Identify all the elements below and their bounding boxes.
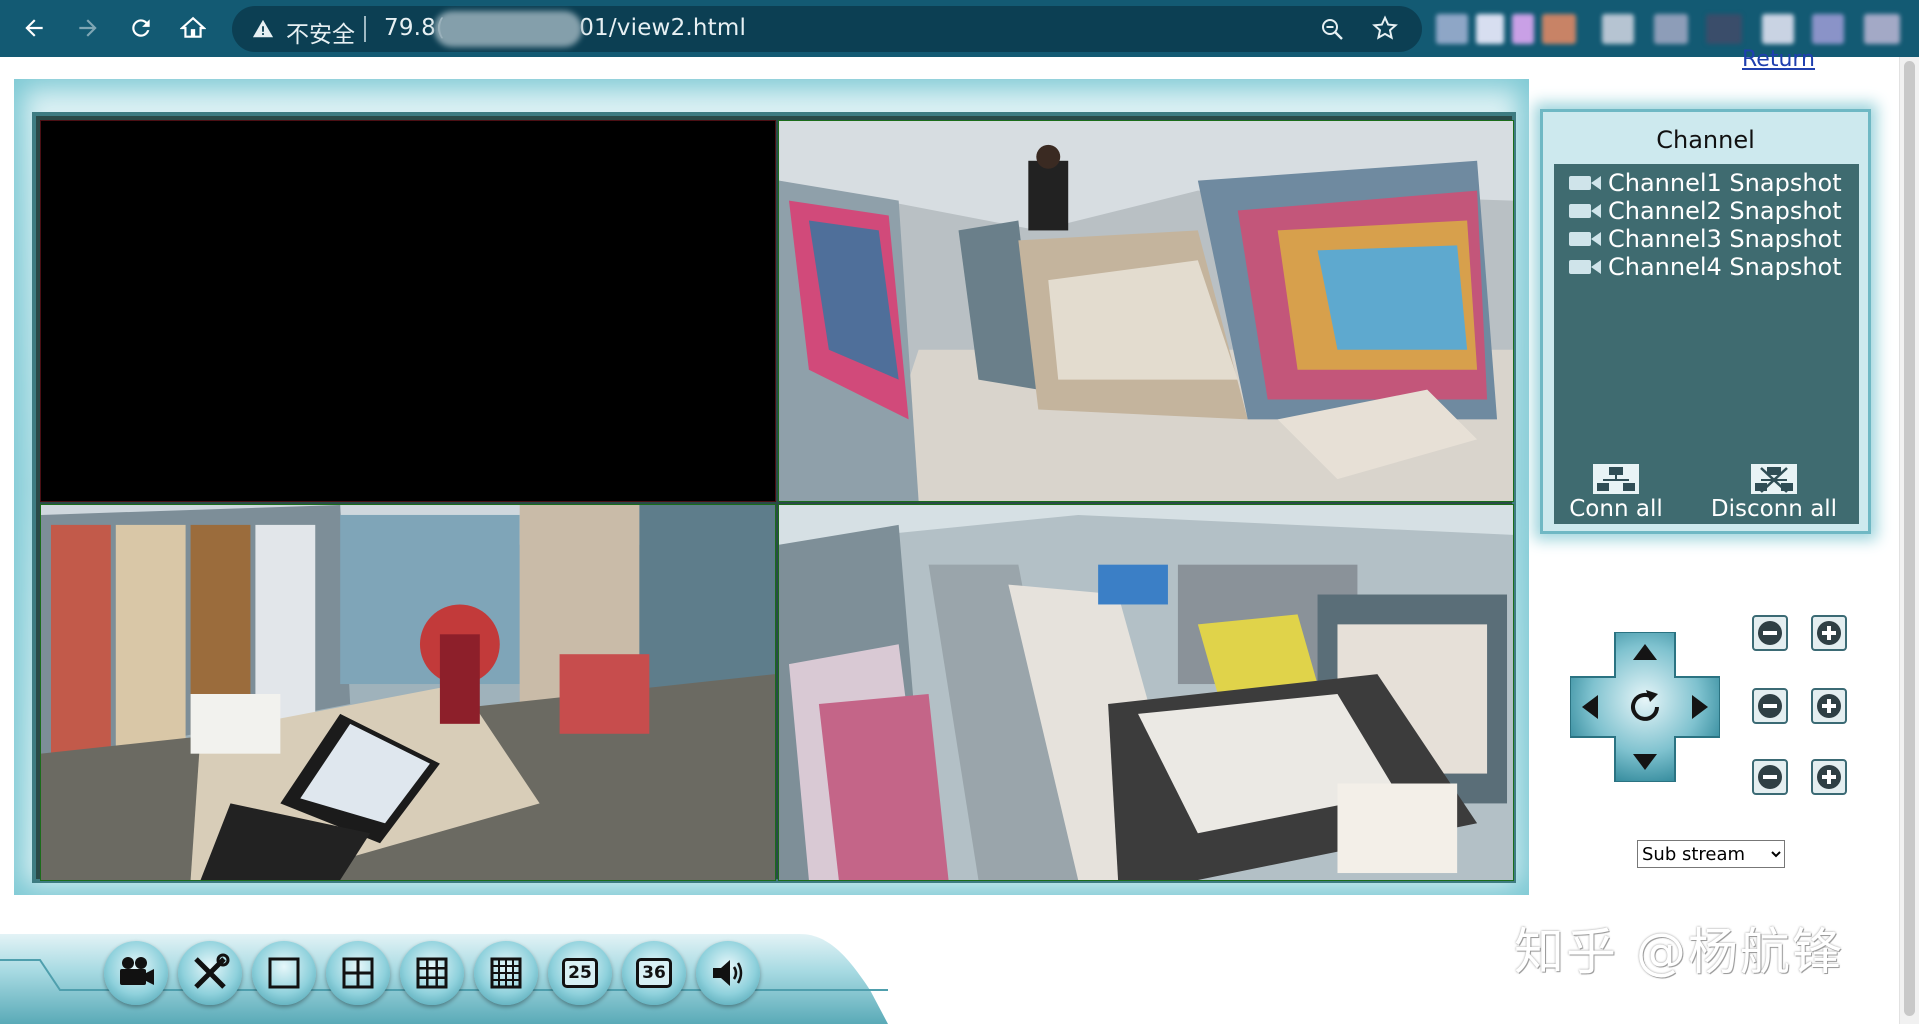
camera-feed-image <box>779 121 1513 501</box>
channel-panel: Channel Channel1 Snapshot Channel2 Snaps… <box>1540 109 1871 534</box>
stream-select[interactable]: Sub stream <box>1637 840 1785 868</box>
forward-button[interactable] <box>68 8 108 48</box>
thirty-six-view-icon: 36 <box>636 958 672 988</box>
channel-panel-title: Channel <box>1656 126 1755 154</box>
video-cell-3[interactable] <box>40 504 776 881</box>
redacted-ip-mask <box>434 11 582 47</box>
network-disconnect-icon <box>1751 464 1797 494</box>
page-content: Return Channel Channel1 Snapshot Channel… <box>0 47 1900 1024</box>
home-icon <box>180 16 206 38</box>
layout-4-button[interactable] <box>326 941 390 1005</box>
camera-icon <box>1569 176 1601 190</box>
watermark: 知乎 @杨航锋 <box>1514 923 1844 981</box>
extensions-area <box>1436 14 1906 44</box>
focus-minus-button[interactable] <box>1752 688 1788 724</box>
channel-item-4[interactable]: Channel4 Snapshot <box>1568 252 1842 282</box>
plus-icon <box>1817 765 1841 789</box>
return-link[interactable]: Return <box>1742 47 1815 72</box>
channel-item-label: Channel3 Snapshot <box>1608 225 1842 253</box>
plus-icon <box>1817 694 1841 718</box>
disconn-all-button[interactable]: Disconn all <box>1694 464 1854 522</box>
plus-icon <box>1817 621 1841 645</box>
page-scrollbar[interactable] <box>1899 57 1919 1024</box>
zoom-out-icon[interactable] <box>1320 17 1344 41</box>
channel-item-2[interactable]: Channel2 Snapshot <box>1568 196 1842 226</box>
focus-plus-button[interactable] <box>1811 688 1847 724</box>
camera-icon <box>1569 260 1601 274</box>
channel-item-3[interactable]: Channel3 Snapshot <box>1568 224 1842 254</box>
conn-all-button[interactable]: Conn all <box>1556 464 1676 522</box>
channel-item-label: Channel1 Snapshot <box>1608 169 1842 197</box>
speaker-icon <box>713 960 743 986</box>
video-grid <box>32 112 1516 883</box>
minus-icon <box>1758 694 1782 718</box>
channel-list: Channel1 Snapshot Channel2 Snapshot Chan… <box>1554 164 1859 524</box>
back-arrow-icon <box>25 19 43 37</box>
channel-item-label: Channel2 Snapshot <box>1608 197 1842 225</box>
channel-item-1[interactable]: Channel1 Snapshot <box>1568 168 1842 198</box>
divider <box>364 16 366 42</box>
disconn-all-label: Disconn all <box>1710 496 1838 522</box>
layout-36-button[interactable]: 36 <box>622 941 686 1005</box>
minus-icon <box>1758 621 1782 645</box>
layout-16-button[interactable] <box>474 941 538 1005</box>
layout-9-button[interactable] <box>400 941 464 1005</box>
nine-view-icon <box>416 957 448 989</box>
conn-all-label: Conn all <box>1569 496 1663 522</box>
quad-view-icon <box>342 957 374 989</box>
reload-button[interactable] <box>121 8 161 48</box>
home-button[interactable] <box>173 8 213 48</box>
video-camera-icon <box>120 957 154 985</box>
bookmark-star-icon[interactable] <box>1372 15 1398 41</box>
video-cell-2[interactable] <box>778 120 1514 502</box>
sixteen-view-icon <box>490 957 522 989</box>
tools-icon <box>194 953 230 989</box>
settings-button[interactable] <box>178 941 242 1005</box>
camera-icon <box>1569 204 1601 218</box>
record-button[interactable] <box>104 941 168 1005</box>
single-view-icon <box>268 957 300 989</box>
insecure-label: 不安全 <box>286 22 355 48</box>
warning-icon <box>252 19 274 38</box>
zoom-minus-button[interactable] <box>1752 615 1788 651</box>
minus-icon <box>1758 765 1782 789</box>
video-cell-4[interactable] <box>778 504 1514 881</box>
zoom-plus-button[interactable] <box>1811 615 1847 651</box>
scrollbar-thumb[interactable] <box>1904 61 1915 1016</box>
audio-button[interactable] <box>696 941 760 1005</box>
camera-icon <box>1569 232 1601 246</box>
iris-plus-button[interactable] <box>1811 759 1847 795</box>
ptz-direction-pad[interactable] <box>1570 632 1720 782</box>
browser-toolbar: 不安全 79.8(01/view2.html <box>0 0 1919 57</box>
network-connect-icon <box>1593 464 1639 494</box>
iris-minus-button[interactable] <box>1752 759 1788 795</box>
reload-icon <box>132 19 150 37</box>
forward-arrow-icon <box>79 19 97 37</box>
layout-1-button[interactable] <box>252 941 316 1005</box>
url-suffix: 01/view2.html <box>579 15 747 41</box>
camera-feed-image <box>41 505 775 880</box>
video-cell-1[interactable] <box>40 120 776 502</box>
back-button[interactable] <box>14 8 54 48</box>
channel-item-label: Channel4 Snapshot <box>1608 253 1842 281</box>
layout-25-button[interactable]: 25 <box>548 941 612 1005</box>
camera-feed-image <box>779 505 1513 880</box>
address-bar[interactable]: 不安全 79.8(01/view2.html <box>232 6 1422 52</box>
twenty-five-view-icon: 25 <box>562 958 598 988</box>
video-frame <box>14 79 1529 895</box>
